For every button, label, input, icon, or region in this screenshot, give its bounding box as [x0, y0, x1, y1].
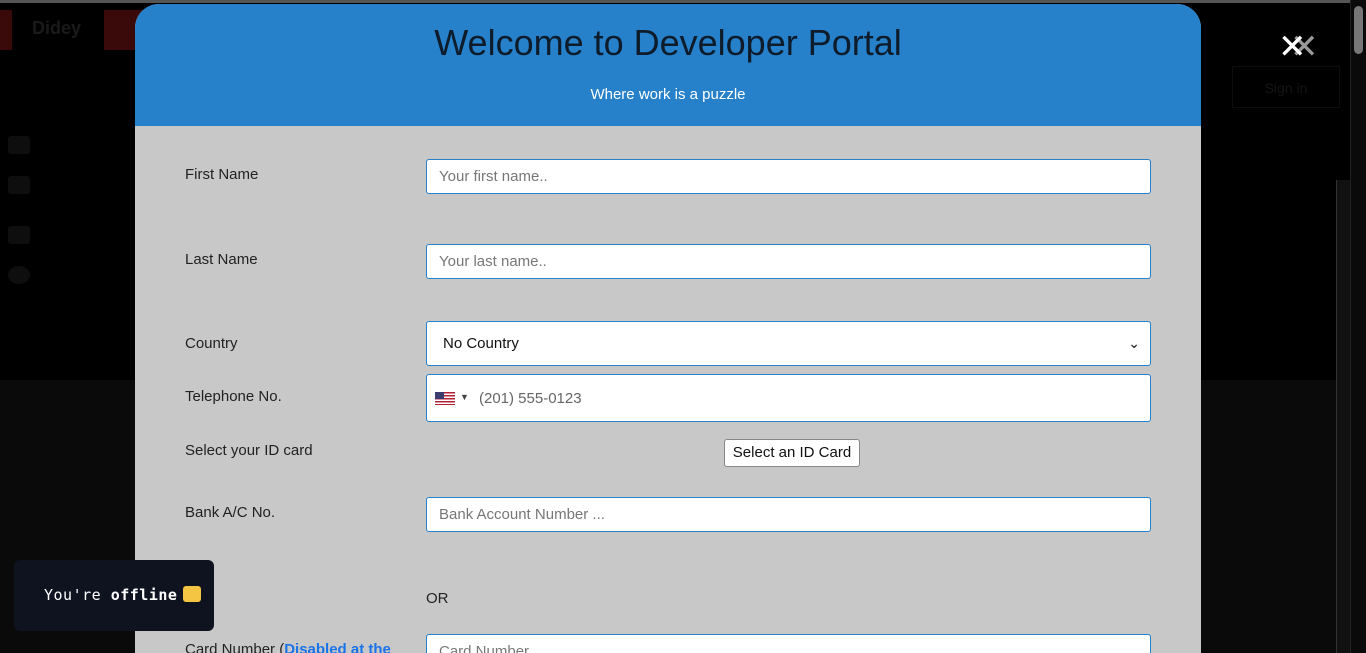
bg-user-icon: [8, 176, 30, 194]
bg-help-icon: [8, 226, 30, 244]
bg-signin-button: Sign in: [1232, 66, 1340, 108]
country-select[interactable]: No Country ⌄: [426, 321, 1151, 366]
telephone-label: Telephone No.: [185, 388, 282, 405]
country-selected-value: No Country: [443, 335, 519, 352]
modal-title: Welcome to Developer Portal: [434, 22, 902, 63]
or-divider-text: OR: [426, 590, 449, 607]
last-name-input[interactable]: [426, 244, 1151, 279]
scrollbar-thumb[interactable]: [1354, 6, 1363, 54]
card-number-label: Card Number (Disabled at the: [185, 641, 391, 653]
toast-prefix: You're: [44, 586, 111, 604]
first-name-label: First Name: [185, 166, 259, 183]
offline-toast: You're offline: [14, 560, 214, 631]
page-scrollbar[interactable]: [1350, 0, 1366, 653]
bank-account-input[interactable]: [426, 497, 1151, 532]
bg-accent-block: [0, 10, 12, 50]
signup-modal: Welcome to Developer Portal Where work i…: [135, 4, 1201, 653]
modal-header: Welcome to Developer Portal Where work i…: [135, 4, 1201, 126]
first-name-input[interactable]: [426, 159, 1151, 194]
id-card-label: Select your ID card: [185, 442, 313, 459]
bg-brand-logo: Didey: [32, 18, 82, 38]
modal-scrollbar[interactable]: [1336, 180, 1350, 653]
bank-label: Bank A/C No.: [185, 504, 276, 521]
telephone-placeholder: (201) 555-0123: [479, 390, 582, 407]
chevron-down-icon: ⌄: [1128, 335, 1140, 351]
caret-down-icon[interactable]: ▼: [460, 392, 469, 402]
select-id-card-button[interactable]: Select an ID Card: [724, 439, 860, 467]
country-label: Country: [185, 335, 238, 352]
card-number-input[interactable]: [426, 634, 1151, 653]
us-flag-icon[interactable]: [435, 392, 455, 405]
toast-status: offline: [110, 586, 178, 604]
bg-circle-icon: [8, 266, 30, 284]
top-border: [0, 0, 1366, 3]
telephone-field[interactable]: ▼ (201) 555-0123: [426, 374, 1151, 422]
card-disabled-link[interactable]: Disabled at the: [284, 641, 391, 653]
close-icon-glyph: ✕: [1278, 28, 1307, 66]
close-icon[interactable]: ✕ ✕: [1278, 28, 1319, 66]
card-label-prefix: Card Number (: [185, 641, 285, 653]
sad-face-icon: [183, 585, 202, 602]
last-name-label: Last Name: [185, 251, 258, 268]
modal-subtitle: Where work is a puzzle: [590, 86, 746, 103]
bg-menu-icon: [8, 136, 30, 154]
